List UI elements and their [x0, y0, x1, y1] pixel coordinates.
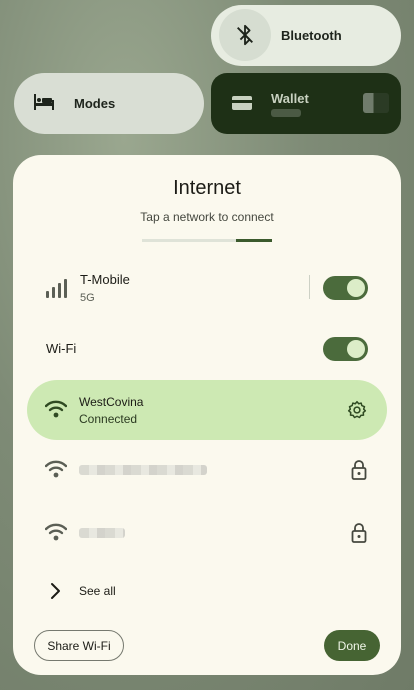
see-all-row[interactable]: See all — [13, 579, 401, 603]
wifi-network-item[interactable] — [27, 503, 387, 563]
wallet-card-thumbnail — [363, 93, 389, 113]
wifi-network-item[interactable] — [27, 440, 387, 500]
bluetooth-label: Bluetooth — [281, 28, 342, 43]
scan-progress-bar — [142, 239, 272, 242]
settings-gear-icon[interactable] — [347, 400, 367, 425]
toggle-knob — [347, 340, 365, 358]
wallet-icon — [231, 93, 253, 118]
done-button[interactable]: Done — [324, 630, 380, 661]
wifi-toggle[interactable] — [323, 337, 368, 361]
divider — [309, 275, 310, 299]
cellular-signal-icon — [45, 279, 67, 304]
wallet-label: Wallet — [271, 91, 309, 106]
internet-dialog: Internet Tap a network to connect T-Mobi… — [13, 155, 401, 675]
dialog-subtitle: Tap a network to connect — [140, 210, 274, 224]
wifi-label: Wi-Fi — [46, 341, 77, 356]
bed-icon — [32, 91, 56, 118]
modes-label: Modes — [74, 96, 116, 111]
lock-icon — [351, 523, 367, 548]
share-wifi-button[interactable]: Share Wi-Fi — [34, 630, 124, 661]
wallet-subtitle-redacted — [271, 109, 301, 117]
wifi-toggle-row[interactable]: Wi-Fi — [13, 335, 401, 363]
wifi-icon — [44, 400, 68, 423]
network-technology: 5G — [80, 292, 95, 304]
scan-progress-fill — [235, 239, 272, 242]
lock-icon — [351, 460, 367, 485]
see-all-label: See all — [79, 584, 116, 598]
modes-tile[interactable]: Modes — [14, 73, 204, 134]
network-name-redacted — [79, 465, 207, 475]
bluetooth-off-icon — [219, 9, 271, 61]
toggle-knob — [347, 279, 365, 297]
network-name: WestCovina — [79, 395, 144, 409]
wallet-tile[interactable]: Wallet — [211, 73, 401, 134]
bluetooth-tile[interactable]: Bluetooth — [211, 5, 401, 66]
network-name-redacted — [79, 528, 125, 538]
network-status: Connected — [79, 412, 138, 426]
wifi-icon — [44, 460, 68, 483]
wifi-icon — [44, 523, 68, 546]
mobile-data-row[interactable]: T-Mobile 5G — [13, 265, 401, 311]
carrier-name: T-Mobile — [80, 272, 130, 287]
wifi-network-connected[interactable]: WestCovina Connected — [27, 380, 387, 440]
dialog-title: Internet — [173, 177, 241, 199]
mobile-data-toggle[interactable] — [323, 276, 368, 300]
chevron-right-icon — [49, 582, 61, 605]
